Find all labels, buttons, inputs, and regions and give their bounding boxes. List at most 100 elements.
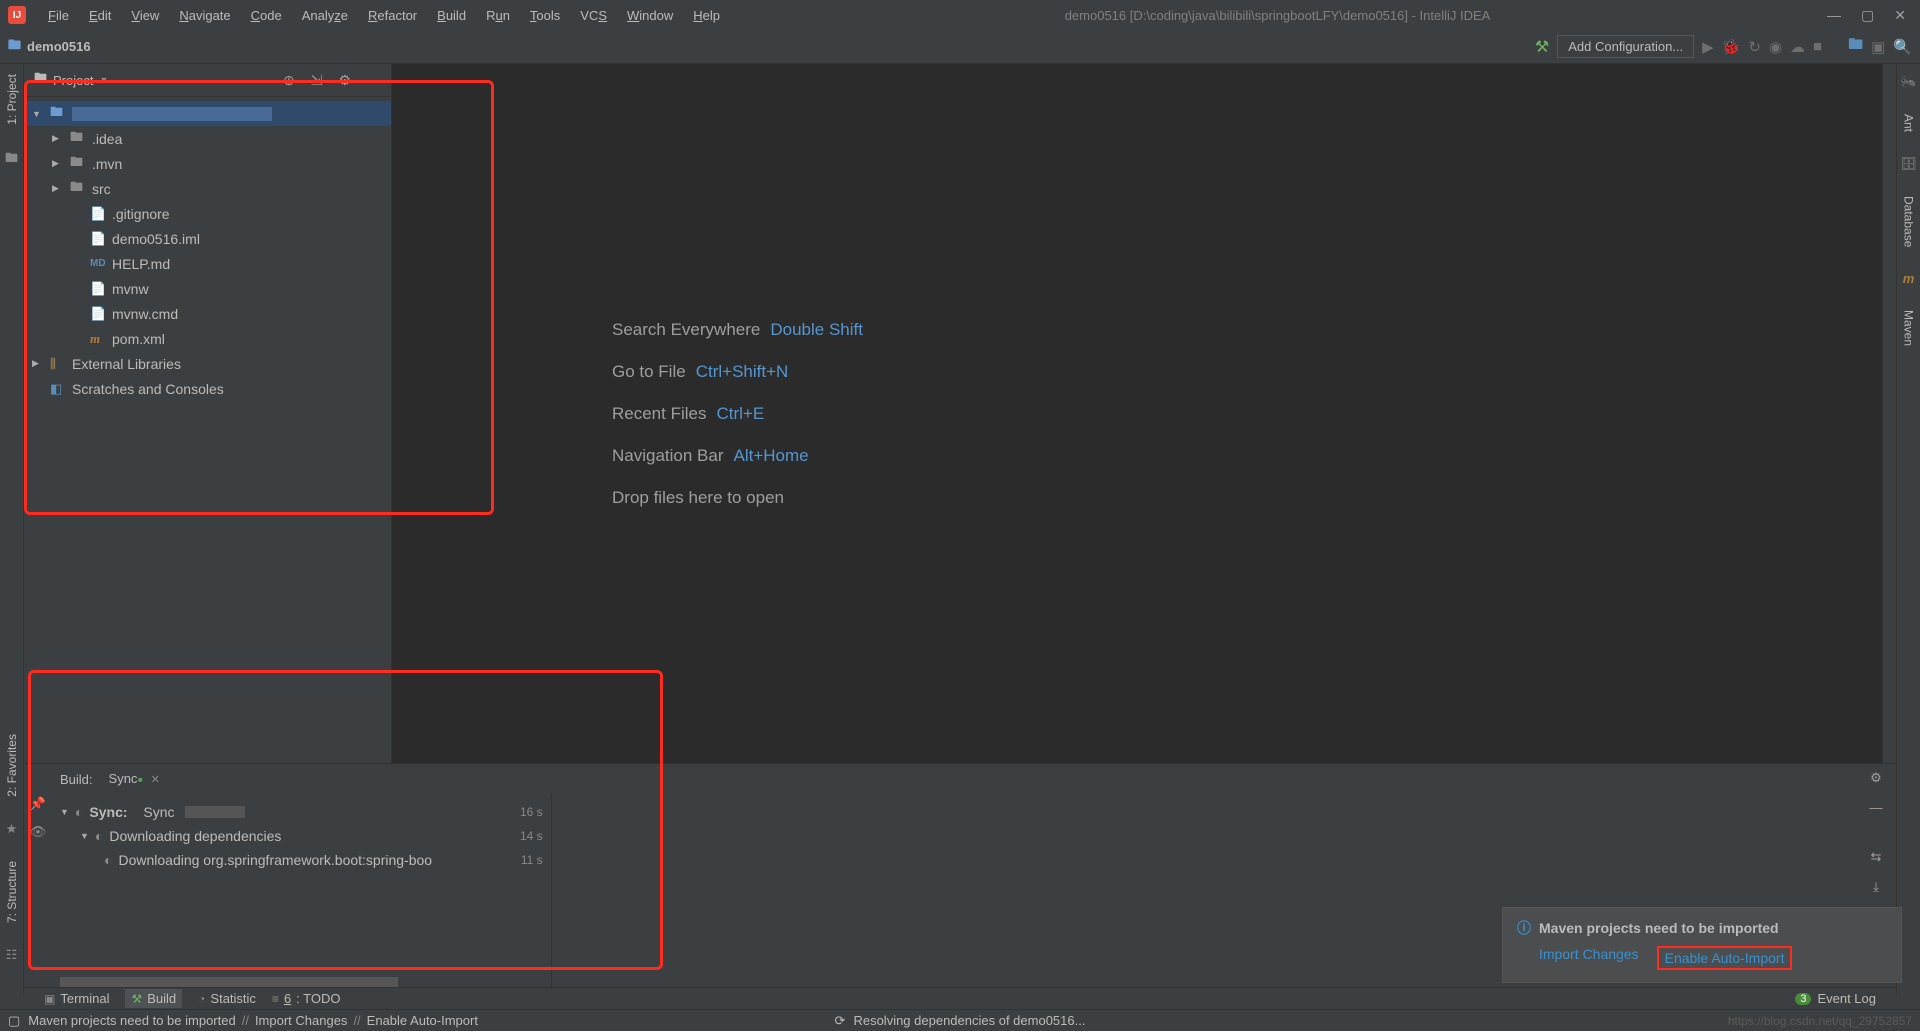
editor-area[interactable]: Search EverywhereDouble Shift Go to File… [392, 64, 1882, 763]
tree-item[interactable]: mpom.xml [24, 326, 391, 351]
tool-tab-structure[interactable]: 7: Structure [3, 857, 21, 927]
hide-icon[interactable]: — [367, 72, 381, 89]
soft-wrap-icon[interactable]: ⇆ [1871, 849, 1882, 865]
terminal-tab[interactable]: ▣Terminal [44, 991, 109, 1006]
event-log-tab[interactable]: Event Log [1817, 991, 1876, 1006]
tree-scratches[interactable]: ◧ Scratches and Consoles [24, 376, 391, 401]
library-icon: ⫼ [50, 356, 66, 372]
menu-help[interactable]: Help [685, 5, 728, 26]
pin-icon[interactable]: 📌 [30, 796, 46, 812]
debug-icon[interactable]: 🐞 [1722, 38, 1741, 56]
tree-item[interactable]: MDHELP.md [24, 251, 391, 276]
vcs-icon[interactable]: 🖿 [1848, 34, 1863, 59]
coverage-icon[interactable]: ↻ [1748, 38, 1761, 56]
window-icon[interactable]: ▢ [8, 1013, 20, 1029]
editor-scrollbar[interactable] [1882, 64, 1896, 763]
breadcrumb[interactable]: 🖿 demo0516 [8, 36, 91, 58]
todo-tab[interactable]: ≡6: TODO [272, 991, 341, 1006]
tool-tab-project[interactable]: 1: Project [3, 70, 21, 129]
gear-icon[interactable]: ⚙ [338, 72, 351, 89]
hint-search-everywhere: Search EverywhereDouble Shift [612, 320, 863, 340]
run-icon[interactable]: ▶ [1702, 38, 1714, 56]
close-icon[interactable]: ✕ [151, 774, 160, 786]
locate-icon[interactable]: ⊕ [283, 72, 295, 89]
build-tab-sync[interactable]: Sync• ✕ [103, 768, 166, 790]
md-icon: MD [90, 258, 106, 269]
tree-root-label-blurred [72, 107, 272, 121]
tool-tab-maven[interactable]: Maven [1900, 306, 1918, 350]
tree-root[interactable]: ▼ 🖿 [24, 101, 391, 126]
scroll-end-icon[interactable]: ⤓ [1873, 879, 1879, 895]
statusbar: ▢ Maven projects need to be imported // … [0, 1009, 1920, 1031]
menu-code[interactable]: Code [243, 5, 290, 26]
tree-item[interactable]: ▶🖿.mvn [24, 151, 391, 176]
layout-icon[interactable]: ▣ [1871, 38, 1885, 56]
import-changes-link[interactable]: Import Changes [1539, 946, 1639, 970]
menu-window[interactable]: Window [619, 5, 681, 26]
info-icon: ⓘ [1517, 918, 1531, 938]
tree-item[interactable]: 📄demo0516.iml [24, 226, 391, 251]
hint-recent-files: Recent FilesCtrl+E [612, 404, 764, 424]
terminal-icon: ▣ [44, 992, 55, 1006]
notification-popup: ⓘ Maven projects need to be imported Imp… [1502, 907, 1902, 983]
menu-vcs[interactable]: VCS [572, 5, 615, 26]
run-config-selector[interactable]: Add Configuration... [1557, 35, 1694, 58]
file-icon: 📄 [90, 231, 106, 247]
spinner-icon: ◐ [104, 852, 112, 868]
stop-icon[interactable]: ■ [1813, 38, 1822, 55]
menu-analyze[interactable]: Analyze [294, 5, 356, 26]
titlebar: IJ File Edit View Navigate Code Analyze … [0, 0, 1920, 30]
gear-icon[interactable]: ⚙ [1870, 770, 1882, 786]
tree-external-libraries[interactable]: ▶ ⫼ External Libraries [24, 351, 391, 376]
menu-navigate[interactable]: Navigate [171, 5, 238, 26]
sync-dep-row[interactable]: ◐ Downloading org.springframework.boot:s… [60, 848, 543, 872]
horizontal-scrollbar[interactable] [60, 977, 398, 987]
collapse-icon[interactable]: ⇲ [311, 72, 323, 89]
minimize-button[interactable]: — [1827, 7, 1841, 24]
event-count-badge: 3 [1795, 993, 1811, 1005]
search-icon[interactable]: 🔍 [1893, 38, 1912, 56]
enable-auto-import-link[interactable]: Enable Auto-Import [1657, 946, 1793, 970]
menu-run[interactable]: Run [478, 5, 518, 26]
hammer-icon[interactable]: ⚒ [1535, 37, 1549, 57]
eye-icon[interactable]: 👁 [30, 824, 47, 840]
tree-item[interactable]: 📄mvnw.cmd [24, 301, 391, 326]
tree-item[interactable]: 📄mvnw [24, 276, 391, 301]
menu-tools[interactable]: Tools [522, 5, 568, 26]
status-link-auto-import[interactable]: Enable Auto-Import [367, 1013, 478, 1028]
project-view-icon: 🖿 [34, 69, 47, 91]
ant-icon: 🐜 [1900, 74, 1916, 90]
attach-icon[interactable]: ☁ [1790, 38, 1805, 56]
hide-icon[interactable]: — [1870, 800, 1883, 815]
tool-tab-database[interactable]: Database [1900, 192, 1918, 251]
blurred-text [185, 806, 245, 818]
close-button[interactable]: ✕ [1894, 7, 1906, 24]
project-panel-title[interactable]: 🖿 Project ▼ [34, 69, 108, 91]
hammer-icon: ⚒ [131, 992, 142, 1006]
sync-root-row[interactable]: ▼ ◐ Sync: Sync 16 s [60, 800, 543, 824]
status-link-import[interactable]: Import Changes [255, 1013, 348, 1028]
build-tab[interactable]: ⚒Build [125, 989, 182, 1008]
menu-view[interactable]: View [123, 5, 167, 26]
menubar: File Edit View Navigate Code Analyze Ref… [40, 5, 728, 26]
tree-item[interactable]: ▶🖿.idea [24, 126, 391, 151]
project-panel: 🖿 Project ▼ ⊕ ⇲ ⚙ — ▼ 🖿 [24, 64, 392, 763]
sync-tree[interactable]: ▼ ◐ Sync: Sync 16 s ▼ ◐ Downloading depe… [52, 794, 552, 993]
list-icon: ≡ [272, 992, 279, 1006]
project-tree[interactable]: ▼ 🖿 ▶🖿.idea▶🖿.mvn▶🖿src📄.gitignore📄demo05… [24, 97, 391, 763]
tree-item[interactable]: ▶🖿src [24, 176, 391, 201]
left-gutter: 1: Project 🖿 2: Favorites ★ 7: Structure… [0, 64, 24, 993]
tool-tab-ant[interactable]: Ant [1900, 110, 1918, 136]
sync-dl-row[interactable]: ▼ ◐ Downloading dependencies 14 s [60, 824, 543, 848]
menu-edit[interactable]: Edit [81, 5, 119, 26]
tree-item[interactable]: 📄.gitignore [24, 201, 391, 226]
statistic-tab[interactable]: ◔Statistic [198, 991, 256, 1006]
menu-refactor[interactable]: Refactor [360, 5, 425, 26]
spinner-icon: ◐ [75, 804, 83, 820]
menu-build[interactable]: Build [429, 5, 474, 26]
profile-icon[interactable]: ◉ [1769, 38, 1782, 56]
maximize-button[interactable]: ▢ [1861, 7, 1874, 24]
menu-file[interactable]: File [40, 5, 77, 26]
tool-tab-favorites[interactable]: 2: Favorites [3, 730, 21, 801]
toolbar-actions: ⚒ Add Configuration... ▶ 🐞 ↻ ◉ ☁ ■ 🖿 ▣ 🔍 [1535, 34, 1912, 59]
